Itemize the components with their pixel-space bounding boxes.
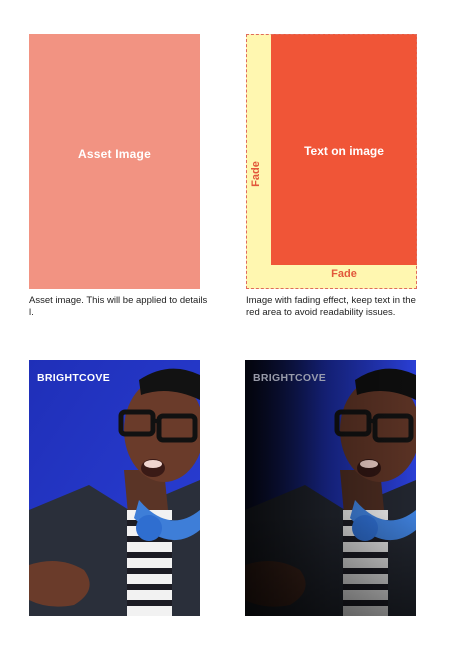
person-with-headphones-faded-image (245, 360, 416, 616)
asset-image-placeholder: Asset Image (29, 34, 200, 289)
asset-image-caption: Asset image. This will be applied to det… (29, 295, 208, 318)
person-with-headphones-image (29, 360, 200, 616)
asset-image-label: Asset Image (78, 147, 151, 161)
fade-dashed-border (246, 34, 417, 289)
asset-photo-original: BRIGHTCOVE (29, 360, 200, 616)
asset-photo-faded: BRIGHTCOVE (245, 360, 416, 616)
fade-effect-caption: Image with fading effect, keep text in t… (246, 295, 416, 318)
fade-effect-diagram: Text on image Fade Fade (246, 34, 417, 289)
brightcove-logo-faded: BRIGHTCOVE (253, 372, 327, 384)
brightcove-logo: BRIGHTCOVE (37, 372, 111, 384)
